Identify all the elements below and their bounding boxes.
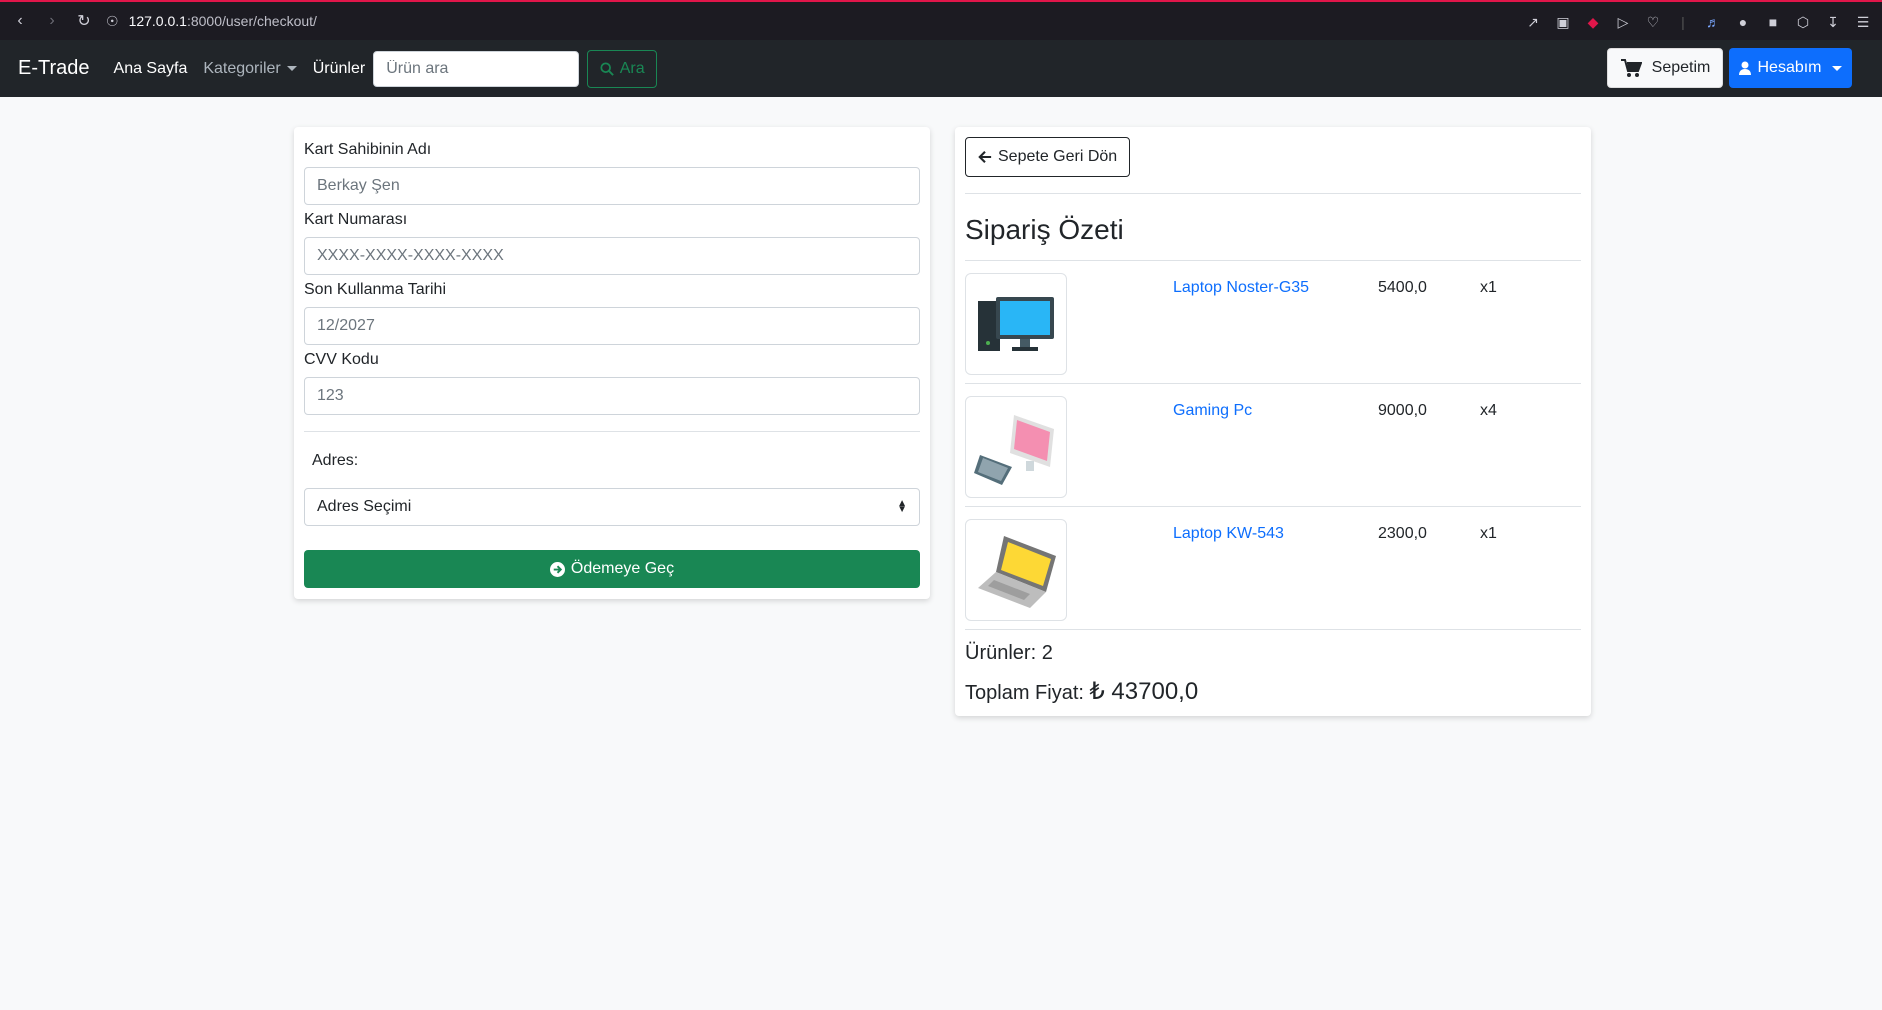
browser-toolbar: ‹ › ↻ ☉ 127.0.0.1:8000/user/checkout/ ↗ …: [0, 0, 1882, 40]
account-button-label: Hesabım: [1757, 59, 1822, 76]
url-host: 127.0.0.1: [128, 13, 187, 29]
camera-icon[interactable]: ▣: [1550, 6, 1576, 38]
proceed-payment-label: Ödemeye Geç: [570, 560, 675, 577]
cube-icon[interactable]: ⬡: [1790, 6, 1816, 38]
chevron-down-icon: [1831, 65, 1842, 71]
search-icon: [600, 61, 614, 76]
nav-home[interactable]: Ana Sayfa: [114, 60, 188, 78]
download-icon[interactable]: ↧: [1820, 6, 1846, 38]
product-quantity: x1: [1480, 279, 1497, 296]
expiry-label: Son Kullanma Tarihi: [304, 281, 447, 298]
yellow-laptop-icon: [978, 536, 1056, 608]
back-to-cart-button[interactable]: Sepete Geri Dön: [965, 137, 1131, 177]
globe-icon: ☉: [106, 12, 119, 29]
heart-icon[interactable]: ♡: [1640, 6, 1666, 38]
product-thumbnail: [965, 396, 1067, 498]
account-dropdown[interactable]: Hesabım: [1729, 48, 1852, 88]
address-bar[interactable]: ☉ 127.0.0.1:8000/user/checkout/: [106, 13, 317, 30]
product-link[interactable]: Laptop KW-543: [1173, 525, 1378, 543]
summary-title: Sipariş Özeti: [965, 214, 1124, 245]
cart-button-label: Sepetim: [1651, 59, 1711, 76]
search-button[interactable]: Ara: [587, 49, 658, 88]
payment-form-card: Kart Sahibinin Adı Berkay Şen Kart Numar…: [294, 127, 930, 599]
nav-categories-dropdown[interactable]: Kategoriler: [203, 59, 297, 78]
user-icon: [1739, 61, 1752, 75]
back-to-cart-label: Sepete Geri Dön: [998, 148, 1118, 165]
desktop-pc-icon: [978, 297, 1054, 351]
send-icon[interactable]: ▷: [1610, 6, 1636, 38]
proceed-payment-button[interactable]: Ödemeye Geç: [304, 550, 920, 588]
brand-link[interactable]: E-Trade: [18, 57, 90, 80]
arrow-left-icon: [978, 151, 992, 163]
card-holder-label: Kart Sahibinin Adı: [304, 141, 432, 158]
card-number-input[interactable]: XXXX-XXXX-XXXX-XXXX: [304, 237, 920, 275]
nav-categories-label: Kategoriler: [203, 59, 281, 77]
nav-products[interactable]: Ürünler: [313, 60, 365, 78]
card-holder-input[interactable]: Berkay Şen: [304, 167, 920, 205]
search-input[interactable]: [373, 50, 580, 87]
share-icon[interactable]: ↗: [1520, 6, 1546, 38]
total-price-label: Toplam Fiyat:: [965, 682, 1090, 704]
url-path: :8000/user/checkout/: [186, 13, 317, 29]
card-number-label: Kart Numarası: [304, 211, 408, 228]
cvv-label: CVV Kodu: [304, 351, 379, 368]
divider-icon: |: [1681, 14, 1685, 30]
arrow-circle-right-icon: [549, 561, 565, 577]
cart-button[interactable]: Sepetim: [1607, 48, 1723, 88]
back-icon[interactable]: ‹: [4, 5, 36, 37]
profile-icon[interactable]: ●: [1730, 6, 1756, 38]
item-count: Ürünler: 2: [965, 642, 1053, 664]
divider: [965, 193, 1581, 194]
product-price: 9000,0: [1378, 402, 1427, 419]
menu-icon[interactable]: ☰: [1850, 6, 1876, 38]
search-button-label: Ara: [619, 59, 645, 77]
reload-icon[interactable]: ↻: [68, 5, 100, 37]
shield-icon[interactable]: ◆: [1580, 6, 1606, 38]
chevron-down-icon: [286, 66, 297, 71]
speaker-icon[interactable]: ♬: [1700, 6, 1726, 38]
order-item-row: Laptop KW-543 2300,0 x1: [965, 506, 1581, 629]
order-totals: Ürünler: 2 Toplam Fiyat: ₺ 43700,0: [965, 629, 1581, 706]
cart-icon: [1620, 59, 1642, 77]
total-price-amount: ₺ 43700,0: [1089, 678, 1199, 705]
pink-monitor-keyboard-icon: [974, 415, 1054, 485]
product-link[interactable]: Laptop Noster-G35: [1173, 279, 1378, 297]
order-summary-card: Sepete Geri Dön Sipariş Özeti Laptop Nos…: [955, 127, 1591, 716]
divider: [304, 431, 920, 432]
product-link[interactable]: Gaming Pc: [1173, 402, 1378, 420]
total-price: Toplam Fiyat: ₺ 43700,0: [965, 677, 1581, 706]
product-price: 2300,0: [1378, 525, 1427, 542]
select-arrows-icon: ▲ ▼: [897, 498, 907, 515]
product-quantity: x4: [1480, 402, 1497, 419]
product-thumbnail: [965, 273, 1067, 375]
cvv-input[interactable]: 123: [304, 377, 920, 415]
order-item-row: Laptop Noster-G35 5400,0 x1: [965, 260, 1581, 383]
address-select[interactable]: Adres Seçimi ▲ ▼: [304, 488, 920, 526]
product-thumbnail: [965, 519, 1067, 621]
order-item-row: Gaming Pc 9000,0 x4: [965, 383, 1581, 506]
extension-icon[interactable]: ■: [1760, 6, 1786, 38]
product-quantity: x1: [1480, 525, 1497, 542]
navbar: E-Trade Ana Sayfa Kategoriler Ürünler Ar…: [0, 40, 1882, 97]
expiry-input[interactable]: 12/2027: [304, 307, 920, 345]
address-select-value: Adres Seçimi: [317, 498, 412, 515]
address-label: Adres:: [312, 452, 359, 469]
forward-icon[interactable]: ›: [36, 5, 68, 37]
product-price: 5400,0: [1378, 279, 1427, 296]
